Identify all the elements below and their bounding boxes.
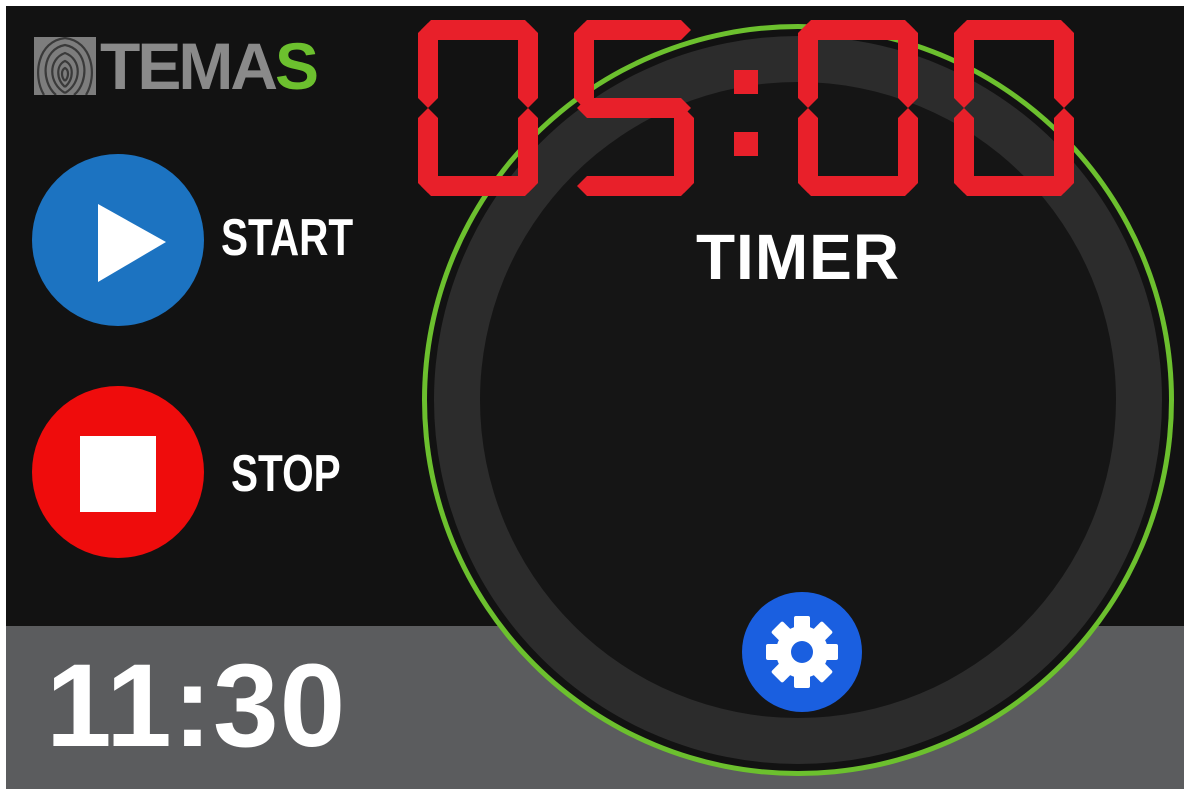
brand-name-accent: S: [274, 29, 319, 103]
start-label: START: [221, 209, 354, 267]
stop-label: STOP: [231, 445, 341, 503]
timer-display: [418, 20, 1074, 196]
timer-digit: [574, 20, 694, 196]
timer-dial: TIMER: [418, 20, 1178, 780]
timer-screen: TEMAS START STOP 11:30 TIMER: [6, 6, 1184, 789]
timer-digit: [418, 20, 538, 196]
current-time: 11:30: [46, 640, 347, 772]
stop-icon: [80, 436, 156, 512]
settings-button[interactable]: [742, 592, 862, 712]
timer-colon: [734, 70, 758, 156]
timer-digit: [798, 20, 918, 196]
start-button[interactable]: [32, 154, 204, 326]
timer-title: TIMER: [695, 221, 901, 293]
brand-logo: TEMAS: [34, 33, 319, 99]
fingerprint-icon: [34, 37, 96, 95]
brand-name: TEMA: [100, 29, 278, 103]
stop-button[interactable]: [32, 386, 204, 558]
brand-wordmark: TEMAS: [100, 33, 319, 99]
gear-icon: [766, 616, 838, 688]
play-icon: [98, 204, 166, 282]
timer-digit: [954, 20, 1074, 196]
